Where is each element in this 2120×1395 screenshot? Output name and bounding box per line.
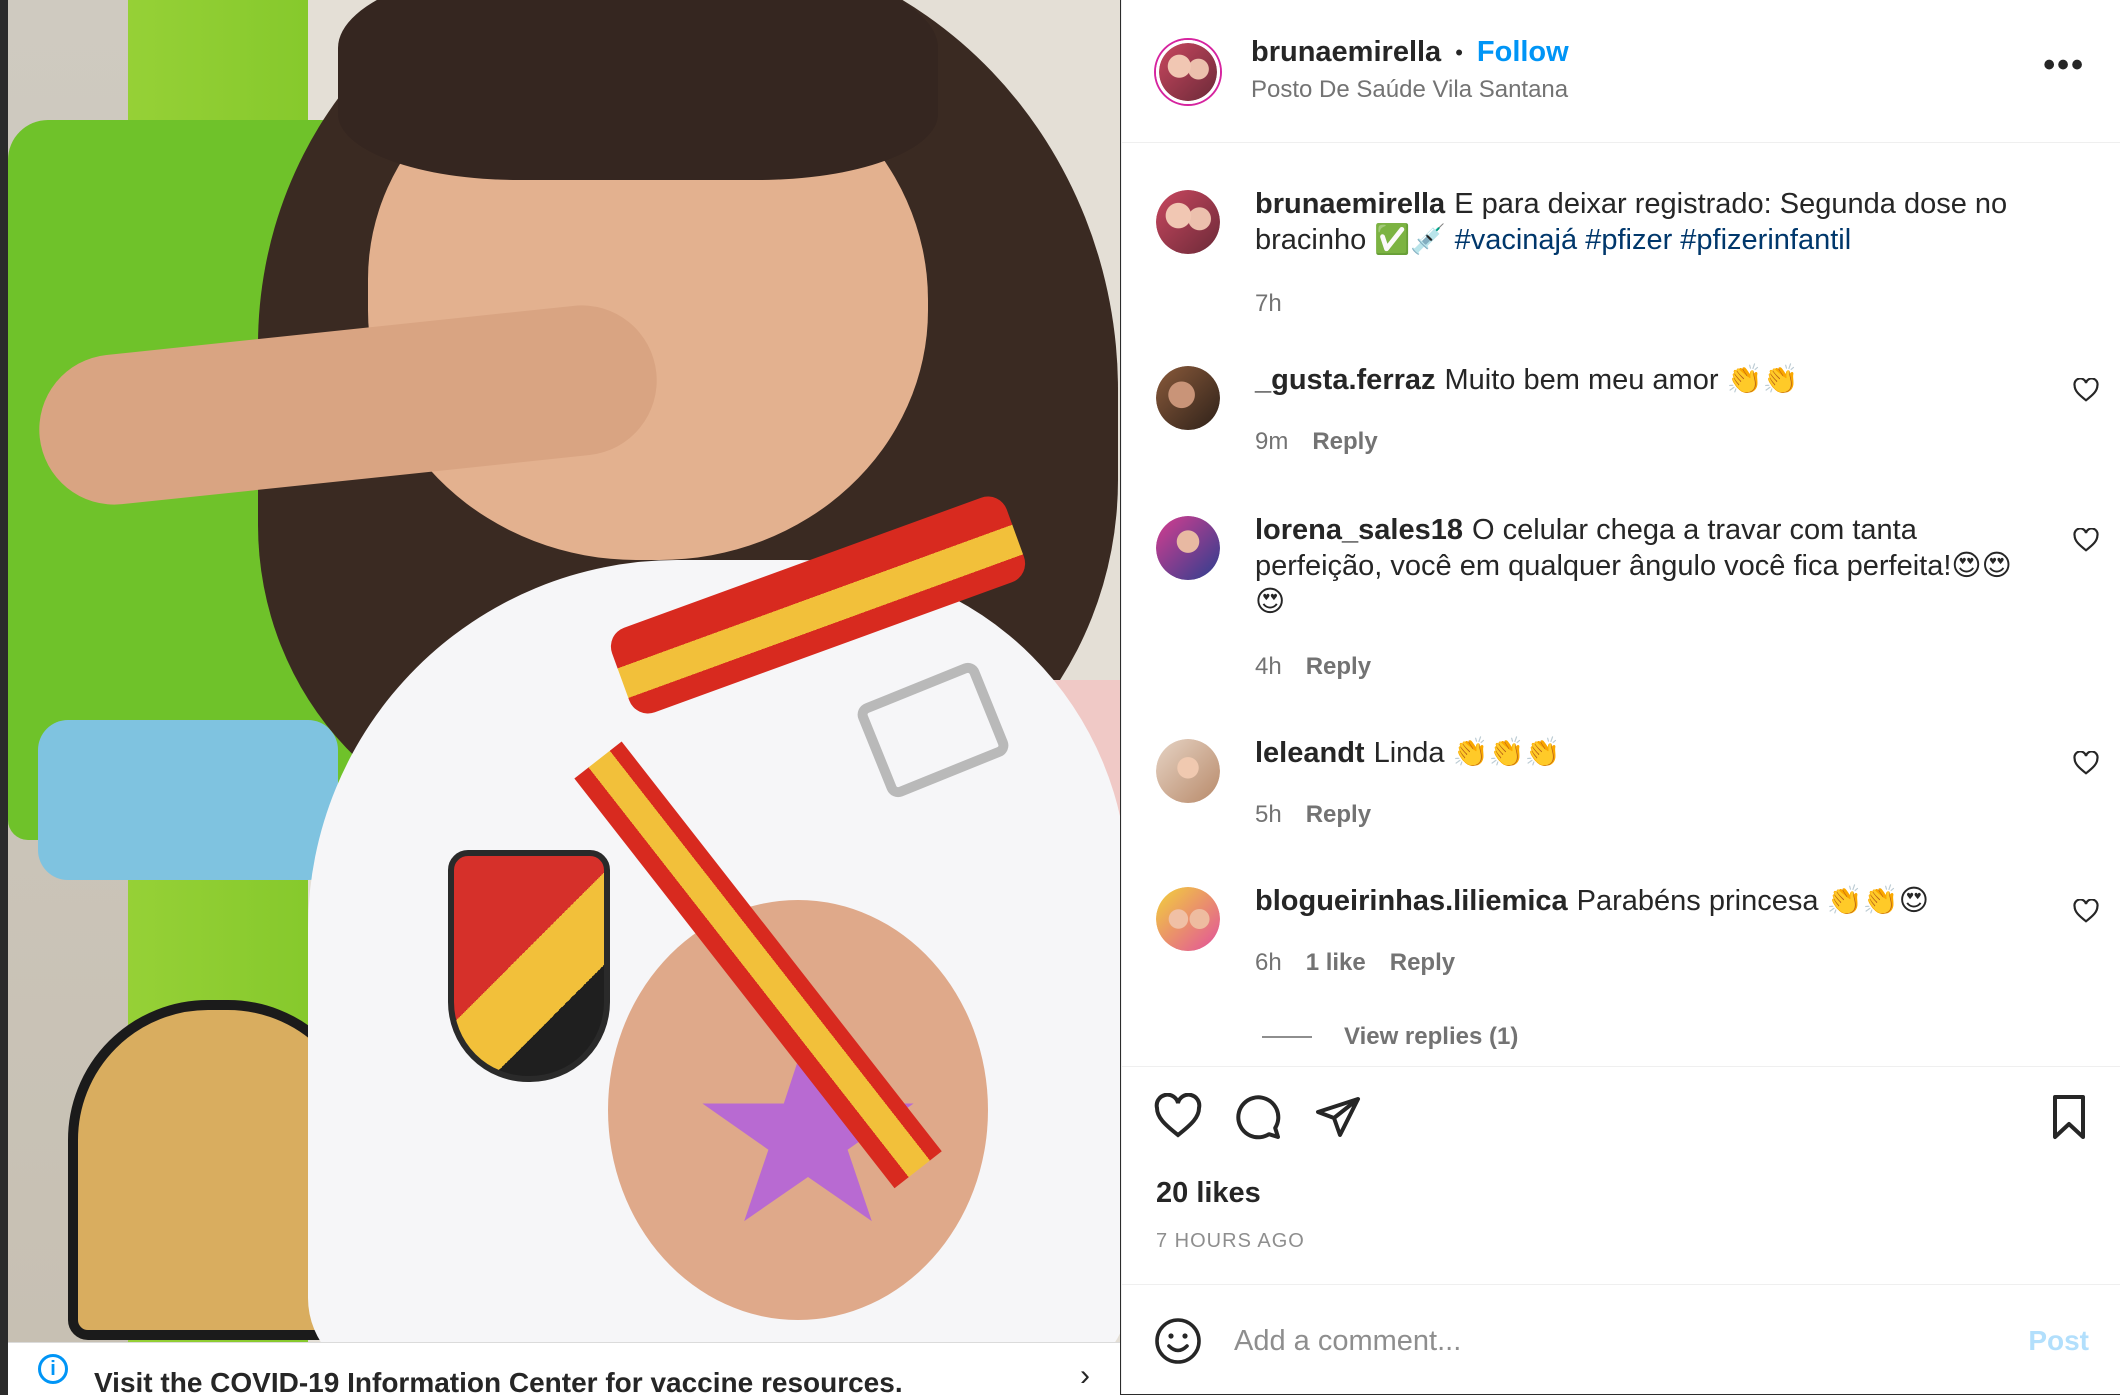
hashtag-link[interactable]: #pfizer	[1585, 224, 1672, 256]
comment-text: Parabéns princesa 👏👏😍	[1576, 885, 1929, 917]
more-options-icon[interactable]: •••	[2043, 46, 2085, 85]
heart-icon[interactable]	[2073, 378, 2099, 402]
comment-time: 6h	[1255, 949, 1282, 976]
comment-input[interactable]	[1232, 1315, 1956, 1367]
author-username[interactable]: brunaemirella	[1251, 36, 1441, 69]
post-timestamp[interactable]: 7 HOURS AGO	[1156, 1230, 1305, 1253]
like-heart-icon[interactable]	[1154, 1093, 1202, 1141]
comment-username[interactable]: leleandt	[1255, 737, 1365, 769]
comment-bubble-icon[interactable]	[1234, 1093, 1282, 1141]
post-location[interactable]: Posto De Saúde Vila Santana	[1251, 76, 1568, 104]
avatar[interactable]	[1156, 366, 1220, 430]
post-header: brunaemirella • Follow Posto De Saúde Vi…	[1122, 0, 2120, 143]
reply-button[interactable]: Reply	[1306, 653, 1371, 681]
separator-dot: •	[1455, 39, 1463, 65]
post-side-panel: brunaemirella • Follow Posto De Saúde Vi…	[1121, 0, 2120, 1394]
avatar[interactable]	[1156, 516, 1220, 580]
comments-list[interactable]: brunaemirella E para deixar registrado: S…	[1122, 143, 2120, 1065]
add-comment-bar: Post	[1122, 1284, 2120, 1395]
info-icon: i	[38, 1354, 68, 1384]
post-comment-button[interactable]: Post	[2028, 1325, 2089, 1357]
comment-username[interactable]: lorena_sales18	[1255, 514, 1463, 546]
comment-username[interactable]: _gusta.ferraz	[1255, 364, 1436, 396]
view-replies-label: View replies (1)	[1344, 1023, 1519, 1050]
comment-time: 4h	[1255, 653, 1282, 680]
covid-info-text[interactable]: Visit the COVID-19 Information Center fo…	[94, 1367, 903, 1395]
replies-divider	[1262, 1036, 1312, 1038]
covid-info-banner[interactable]: i Visit the COVID-19 Information Center …	[8, 1342, 1120, 1395]
comment-text: Linda 👏👏👏	[1373, 737, 1561, 769]
view-replies-button[interactable]: View replies (1)	[1262, 1023, 1518, 1051]
avatar[interactable]	[1156, 887, 1220, 951]
reply-button[interactable]: Reply	[1306, 801, 1371, 829]
likes-count[interactable]: 20 likes	[1156, 1177, 1261, 1210]
comment-likes[interactable]: 1 like	[1306, 949, 1366, 977]
comment-username[interactable]: blogueirinhas.liliemica	[1255, 885, 1568, 917]
avatar[interactable]	[1156, 190, 1220, 254]
comment-time: 9m	[1255, 428, 1289, 455]
comment-time: 5h	[1255, 801, 1282, 828]
comment-text: Muito bem meu amor 👏👏	[1444, 364, 1799, 396]
school-crest	[448, 850, 610, 1082]
graffiti-blue-shape	[38, 720, 338, 880]
girl-bangs	[338, 0, 938, 180]
share-send-icon[interactable]	[1314, 1093, 1362, 1141]
emoji-icon[interactable]	[1154, 1317, 1202, 1365]
heart-icon[interactable]	[2073, 528, 2099, 552]
caption-username[interactable]: brunaemirella	[1255, 188, 1445, 220]
post-photo[interactable]	[8, 0, 1120, 1342]
reply-button[interactable]: Reply	[1312, 428, 1377, 456]
hashtag-link[interactable]: #pfizerinfantil	[1680, 224, 1851, 256]
follow-button[interactable]: Follow	[1477, 36, 1569, 69]
bookmark-icon[interactable]	[2045, 1093, 2093, 1141]
avatar[interactable]	[1156, 739, 1220, 803]
heart-icon[interactable]	[2073, 899, 2099, 923]
chevron-right-icon[interactable]: ›	[1080, 1359, 1090, 1393]
post-actions: 20 likes 7 HOURS AGO	[1122, 1066, 2120, 1287]
hashtag-link[interactable]: #vacinajá	[1455, 224, 1578, 256]
avatar[interactable]	[1156, 40, 1220, 104]
caption-time: 7h	[1255, 290, 1282, 317]
reply-button[interactable]: Reply	[1390, 949, 1455, 977]
heart-icon[interactable]	[2073, 751, 2099, 775]
